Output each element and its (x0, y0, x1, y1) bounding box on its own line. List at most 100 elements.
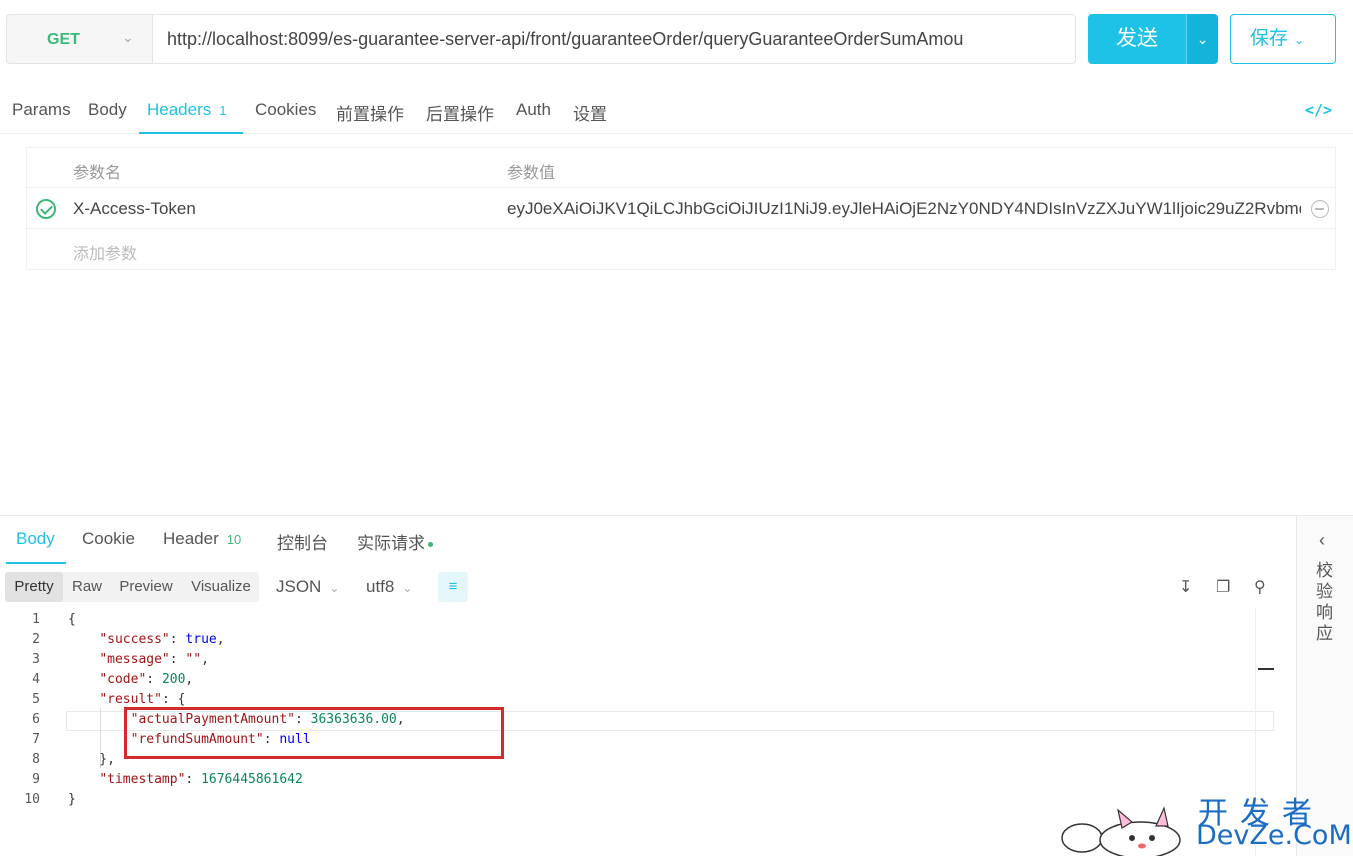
tab-pre-request[interactable]: 前置操作 (336, 100, 404, 125)
tab-label: Body (16, 529, 55, 548)
search-icon[interactable]: ⚲ (1254, 577, 1266, 597)
url-input[interactable] (153, 15, 1075, 63)
watermark: 开发者 DevZe.CoM (1060, 786, 1352, 856)
tab-settings[interactable]: 设置 (573, 100, 607, 125)
chevron-down-icon: ⌄ (1196, 31, 1209, 47)
mascot-logo-icon (1061, 806, 1181, 856)
view-visualize[interactable]: Visualize (185, 572, 257, 602)
code-token: "code" (99, 672, 147, 687)
line-number: 3 (32, 652, 40, 667)
code-token: "result" (99, 692, 162, 707)
tab-headers[interactable]: Headers 1 (147, 100, 227, 120)
resp-tab-cookie[interactable]: Cookie (82, 529, 135, 549)
send-button[interactable]: 发送 (1088, 14, 1186, 64)
chevron-down-icon: ⌄ (402, 581, 413, 595)
tab-label: 前置操作 (336, 105, 404, 124)
headers-count-badge: 1 (219, 103, 227, 118)
code-token: : (169, 632, 186, 647)
tab-label: Cookie (82, 529, 135, 548)
method-select[interactable]: GET ⌄ (6, 14, 152, 64)
code-token: : (185, 772, 202, 787)
tab-body[interactable]: Body (88, 100, 127, 120)
watermark-en-text: DevZe.CoM (1196, 820, 1352, 851)
code-token: 200 (161, 672, 186, 687)
header-count-badge: 10 (226, 532, 242, 547)
active-tab-indicator (6, 562, 66, 564)
tab-auth[interactable]: Auth (516, 100, 551, 120)
encoding-value: utf8 (366, 577, 395, 596)
view-mode-segment: Pretty Raw Preview Visualize (5, 572, 259, 602)
add-param-input[interactable]: 添加参数 (73, 240, 137, 264)
param-value[interactable]: eyJ0eXAiOiJKV1QiLCJhbGciOiJIUzI1NiJ9.eyJ… (507, 199, 1301, 219)
tab-label: Header (163, 529, 219, 548)
format-select[interactable]: JSON ⌄ (276, 577, 339, 597)
resp-tab-actual-request[interactable]: 实际请求 (357, 529, 433, 554)
line-number: 6 (32, 712, 40, 727)
scroll-thumb-marker[interactable] (1258, 668, 1274, 670)
resp-tab-header[interactable]: Header 10 (163, 529, 241, 549)
word-wrap-icon[interactable]: ≡ (438, 572, 468, 602)
code-token: "success" (99, 632, 170, 647)
chevron-down-icon: ⌄ (329, 581, 340, 595)
view-pretty[interactable]: Pretty (5, 572, 63, 602)
view-raw[interactable]: Raw (65, 572, 109, 602)
active-tab-indicator (139, 132, 243, 134)
tab-label: Params (12, 100, 71, 119)
tab-label: Auth (516, 100, 551, 119)
tab-label: 设置 (573, 105, 607, 124)
code-token: } (68, 792, 76, 807)
resp-tab-console[interactable]: 控制台 (277, 529, 328, 554)
code-line: } (68, 790, 76, 810)
code-token: , (216, 632, 225, 647)
request-tabs: Params Body Headers 1 Cookies 前置操作 后置操作 A… (0, 88, 1353, 134)
status-dot-icon (428, 542, 433, 548)
chevron-left-icon[interactable]: ‹ (1319, 530, 1325, 551)
code-token: , (185, 672, 194, 687)
tab-label: 后置操作 (426, 105, 494, 124)
code-token: , (201, 652, 209, 667)
code-token: "timestamp" (99, 772, 186, 787)
url-field-wrap (152, 14, 1076, 64)
resp-tab-body[interactable]: Body (16, 529, 55, 549)
code-token: true (185, 632, 217, 647)
code-line: "message": "", (68, 650, 209, 670)
chevron-down-icon: ⌄ (1294, 33, 1305, 47)
code-token: : { (161, 692, 186, 707)
save-button[interactable]: 保存 ⌄ (1230, 14, 1336, 64)
code-line: "success": true, (68, 630, 225, 650)
code-icon[interactable]: </> (1305, 101, 1332, 119)
tab-post-request[interactable]: 后置操作 (426, 100, 494, 125)
table-row: X-Access-Token eyJ0eXAiOiJKV1QiLCJhbGciO… (27, 188, 1335, 229)
tab-cookies[interactable]: Cookies (255, 100, 316, 120)
chevron-down-icon: ⌄ (122, 29, 134, 45)
remove-circle-icon[interactable] (1311, 200, 1329, 218)
checkbox-checked-icon[interactable] (36, 199, 56, 219)
tab-label: Headers (147, 100, 212, 119)
send-options-button[interactable]: ⌄ (1186, 14, 1218, 64)
column-header-value: 参数值 (507, 165, 556, 182)
encoding-select[interactable]: utf8 ⌄ (366, 577, 412, 597)
response-tabs: Body Cookie Header 10 控制台 实际请求 (0, 516, 1296, 564)
validate-response-label: 校验响应 (1316, 561, 1333, 643)
line-number: 8 (32, 752, 40, 767)
headers-table: 参数名 参数值 X-Access-Token eyJ0eXAiOiJKV1QiL… (26, 147, 1336, 270)
copy-icon[interactable]: ❐ (1216, 577, 1230, 597)
request-bar: GET ⌄ 发送 ⌄ 保存 ⌄ (6, 14, 1346, 64)
code-line: }, (68, 750, 115, 770)
view-preview[interactable]: Preview (111, 572, 181, 602)
format-value: JSON (276, 577, 322, 596)
tab-params[interactable]: Params (12, 100, 71, 120)
download-icon[interactable]: ↧ (1179, 577, 1192, 597)
line-number: 4 (32, 672, 40, 687)
method-label: GET (47, 31, 80, 48)
code-token: "message" (99, 652, 170, 667)
annotation-highlight-box (124, 707, 504, 759)
param-key[interactable]: X-Access-Token (73, 199, 196, 219)
code-token: : (146, 672, 162, 687)
